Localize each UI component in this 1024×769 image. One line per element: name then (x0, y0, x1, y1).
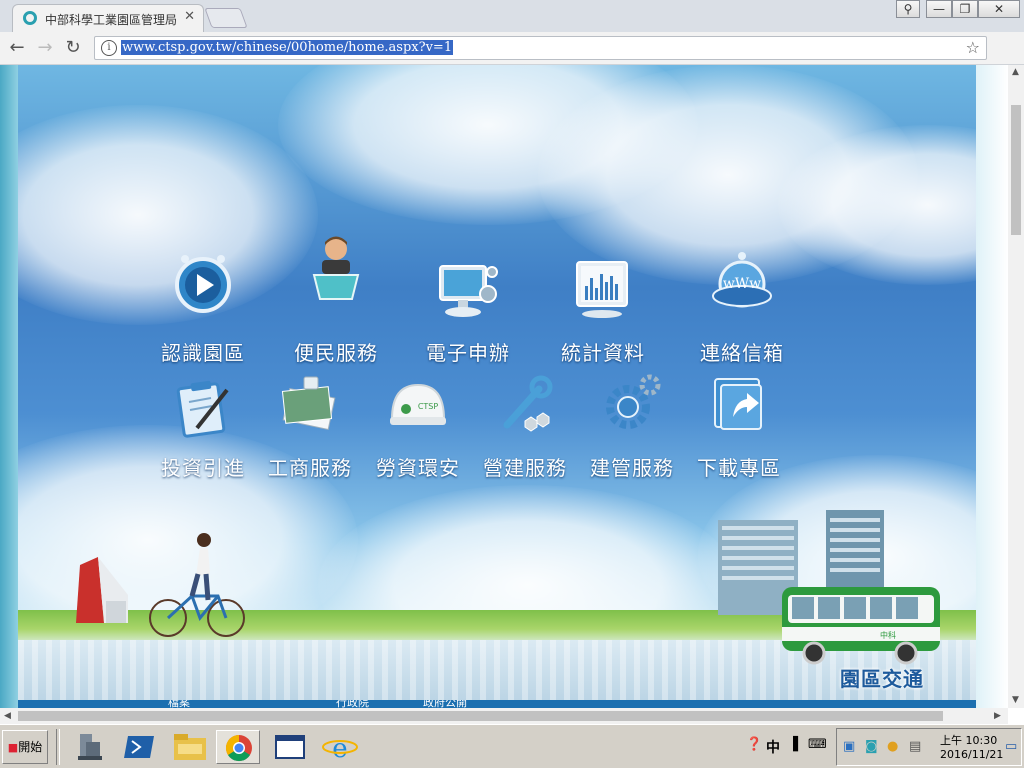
page-left-border (0, 65, 18, 708)
service-clerk-icon (312, 236, 360, 300)
bottom-tab-item[interactable]: 檔案 (168, 700, 190, 708)
scroll-left-arrow-icon[interactable]: ◀ (4, 711, 11, 721)
menu-item-investment[interactable]: 投資引進 (148, 380, 258, 480)
menu-label: 工商服務 (268, 456, 352, 480)
taskbar-internet-explorer-icon[interactable]: e (318, 730, 362, 764)
help-icon[interactable]: ❓ (746, 737, 762, 752)
menu-item-business-service[interactable]: 工商服務 (255, 375, 365, 480)
taskbar-server-manager-icon[interactable] (68, 730, 112, 764)
keyboard-icon[interactable]: ⌨ (808, 737, 827, 752)
taskbar-divider (56, 729, 60, 765)
menu-label: 統計資料 (561, 341, 645, 365)
bus-sign: 中科 (880, 630, 896, 640)
back-button[interactable]: ← (4, 36, 30, 60)
taskbar-window-icon[interactable] (268, 730, 312, 764)
menu-label: 認識園區 (161, 341, 245, 365)
documents-cup-icon (281, 376, 336, 431)
menu-item-about-park[interactable]: 認識園區 (148, 255, 258, 365)
menu-label: 投資引進 (161, 456, 245, 480)
menu-item-download-area[interactable]: 下載專區 (684, 373, 794, 480)
browser-tab[interactable]: 中部科學工業園區管理局 ✕ (12, 4, 204, 33)
www-globe-icon: wWw (712, 252, 772, 308)
menu-item-public-service[interactable]: 便民服務 (281, 235, 391, 365)
language-bar[interactable]: ❓ 中 ▐ ⌨ (740, 729, 830, 765)
menu-label: 連絡信箱 (700, 341, 784, 365)
chart-monitor-icon (576, 261, 628, 318)
clock-date[interactable]: 2016/11/21 (940, 748, 1003, 761)
menu-item-statistics[interactable]: 統計資料 (548, 260, 658, 365)
wrench-bolts-icon (503, 375, 553, 432)
browser-toolbar: ← → ↻ i www.ctsp.gov.tw/chinese/00home/h… (0, 32, 1024, 89)
taskbar-powershell-icon[interactable] (118, 730, 162, 764)
scroll-right-arrow-icon[interactable]: ▶ (994, 711, 1001, 721)
user-profile-button[interactable]: ⚲ (896, 0, 920, 18)
tab-close-icon[interactable]: ✕ (184, 9, 195, 24)
site-favicon-icon (23, 11, 37, 25)
menu-item-contact-mailbox[interactable]: wWw 連絡信箱 (687, 250, 797, 365)
ime-indicator[interactable]: 中 (766, 737, 780, 757)
tray-app-icon[interactable]: ◙ (865, 739, 878, 754)
cyclist-illustration (149, 533, 245, 637)
scroll-down-arrow-icon[interactable]: ▼ (1012, 695, 1019, 705)
maximize-button[interactable]: ❐ (952, 0, 978, 18)
tab-title: 中部科學工業園區管理局 (45, 13, 178, 27)
clock-time[interactable]: 上午 10:30 (940, 732, 997, 748)
tray-computer-icon[interactable]: ▤ (909, 739, 921, 754)
start-button[interactable]: ■開始 (2, 730, 48, 764)
bottom-navigation-strip: 檔案 行政院 政府公開 (18, 700, 976, 708)
download-folder-icon (714, 378, 762, 430)
svg-text:CTSP: CTSP (418, 402, 439, 411)
horizontal-scroll-thumb[interactable] (18, 711, 943, 721)
menu-item-labor-safety[interactable]: CTSP 勞資環安 (363, 375, 473, 480)
tab-bar: 中部科學工業園區管理局 ✕ ⚲ — ❐ ✕ (0, 0, 1024, 33)
shuttle-bus-illustration[interactable]: 中科 (778, 583, 943, 665)
computer-monitor-icon (439, 265, 498, 317)
menu-label: 電子申辦 (426, 341, 510, 365)
menu-label: 下載專區 (697, 456, 781, 480)
vertical-scroll-thumb[interactable] (1011, 105, 1021, 235)
tray-network-icon[interactable]: ▣ (843, 739, 855, 754)
show-desktop-icon[interactable]: ▭ (1005, 739, 1017, 754)
menu-label: 建管服務 (590, 456, 674, 480)
menu-item-building-management[interactable]: 建管服務 (577, 373, 687, 480)
svg-text:wWw: wWw (723, 276, 761, 292)
park-transport-link[interactable]: 園區交通 (840, 663, 924, 692)
play-tv-icon (175, 255, 231, 313)
menu-item-e-application[interactable]: 電子申辦 (413, 260, 523, 365)
clipboard-pen-icon (176, 380, 229, 438)
close-window-button[interactable]: ✕ (978, 0, 1020, 18)
vertical-scrollbar[interactable]: ▲ ▼ (1008, 65, 1024, 708)
minimize-button[interactable]: — (926, 0, 952, 18)
menu-label: 勞資環安 (376, 456, 460, 480)
svg-text:e: e (332, 734, 347, 764)
bottom-tab-item[interactable]: 政府公開 (423, 700, 467, 708)
bottom-tab-item[interactable]: 行政院 (336, 700, 369, 708)
taskbar-chrome-icon[interactable] (216, 730, 260, 764)
page-viewport: 認識園區 便民服務 電子申辦 統計資料 wWw 連絡信箱 投資引進 工商服務 C… (0, 65, 1008, 708)
new-tab-button[interactable] (204, 8, 248, 28)
gear-icon (606, 374, 661, 429)
museum-building-illustration (76, 557, 128, 623)
start-label: 開始 (18, 740, 43, 754)
windows-taskbar: ■開始 e ❓ 中 ▐ ⌨ ▣ ◙ ● ▤ ▭ (0, 724, 1024, 768)
half-width-icon[interactable]: ▐ (788, 737, 798, 752)
horizontal-scrollbar[interactable]: ◀ ▶ (0, 708, 1008, 724)
windows-logo-icon: ■ (7, 741, 19, 754)
page-right-margin (976, 65, 1008, 708)
bookmark-star-icon[interactable]: ☆ (966, 38, 980, 57)
menu-label: 便民服務 (294, 341, 378, 365)
taskbar-file-explorer-icon[interactable] (168, 730, 212, 764)
scroll-up-arrow-icon[interactable]: ▲ (1012, 67, 1019, 77)
tray-security-icon[interactable]: ● (887, 739, 898, 754)
menu-label: 營建服務 (483, 456, 567, 480)
info-icon[interactable]: i (101, 40, 117, 56)
address-bar[interactable]: i www.ctsp.gov.tw/chinese/00home/home.as… (94, 36, 987, 60)
reload-button[interactable]: ↻ (60, 36, 86, 60)
menu-item-construction-service[interactable]: 營建服務 (470, 375, 580, 480)
url-text[interactable]: www.ctsp.gov.tw/chinese/00home/home.aspx… (121, 40, 454, 55)
hero-scene: 認識園區 便民服務 電子申辦 統計資料 wWw 連絡信箱 投資引進 工商服務 C… (18, 65, 976, 700)
forward-button[interactable]: → (32, 36, 58, 60)
safety-helmet-icon: CTSP (390, 383, 446, 425)
